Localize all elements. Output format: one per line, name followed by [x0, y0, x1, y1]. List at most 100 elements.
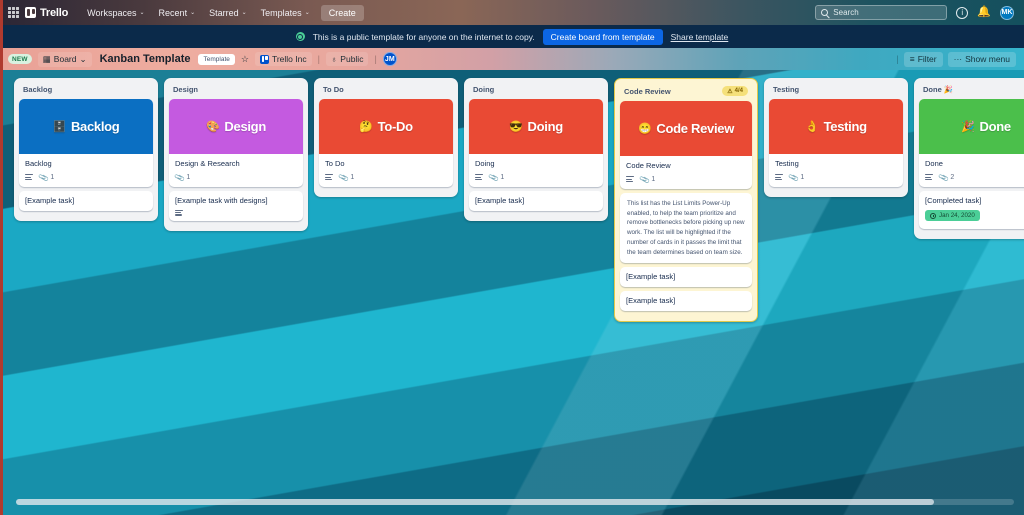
cover-label: Done: [979, 119, 1012, 134]
card[interactable]: [Example task]: [620, 291, 752, 311]
search-input[interactable]: Search: [815, 5, 948, 20]
cover-emoji-icon: 👌: [805, 121, 819, 133]
info-icon[interactable]: i: [956, 6, 969, 19]
show-menu-label: Show menu: [965, 54, 1010, 64]
list-title[interactable]: To Do: [323, 85, 344, 94]
search-placeholder: Search: [833, 8, 859, 17]
card-badges: 📎 1: [173, 171, 297, 184]
list-column[interactable]: Code Review ⚠ 4/4 😁 Code Review Code Review 📎 1…: [614, 78, 758, 322]
card[interactable]: [Example task]: [620, 267, 752, 287]
list-column[interactable]: To Do 🤔 To-Do To Do 📎 1: [314, 78, 458, 197]
list-title[interactable]: Done 🎉: [923, 85, 953, 94]
card-cover: 👌 Testing: [769, 99, 903, 154]
nav-workspaces[interactable]: Workspaces ⌄: [80, 5, 151, 21]
board-canvas[interactable]: Backlog 🗄️ Backlog Backlog 📎 1 [Example task] D…: [0, 70, 1024, 515]
trello-top-nav: Trello Workspaces ⌄ Recent ⌄ Starred ⌄ T…: [0, 0, 1024, 25]
visibility-button[interactable]: ♁ Public: [325, 52, 369, 66]
star-icon[interactable]: ☆: [241, 54, 249, 65]
board-view-switcher[interactable]: ▦ Board ⌄: [37, 51, 92, 67]
card[interactable]: 🎨 Design Design & Research 📎 1: [169, 99, 303, 187]
nav-recent[interactable]: Recent ⌄: [152, 5, 203, 21]
list-column[interactable]: Doing 😎 Doing Doing 📎 1 [Example task]: [464, 78, 608, 221]
card-title: [Completed task]: [925, 195, 982, 205]
card[interactable]: 😁 Code Review Code Review 📎 1: [620, 101, 752, 189]
page-title[interactable]: Kanban Template: [100, 53, 191, 65]
trello-logo[interactable]: Trello: [25, 7, 68, 19]
card-cover: 🎉 Done: [919, 99, 1024, 154]
scrollbar-thumb[interactable]: [16, 499, 935, 505]
list-title[interactable]: Code Review: [624, 87, 671, 96]
card[interactable]: 🎉 Done Done 📎 2: [919, 99, 1024, 187]
cover-label: Code Review: [656, 121, 735, 136]
brand-label: Trello: [40, 6, 69, 19]
card[interactable]: 😎 Doing Doing 📎 1: [469, 99, 603, 187]
paperclip-icon: 📎: [638, 173, 651, 186]
list-column[interactable]: Testing 👌 Testing Testing 📎 1: [764, 78, 908, 197]
cover-label: Backlog: [70, 119, 120, 134]
chevron-down-icon: ⌄: [139, 10, 145, 16]
nav-templates[interactable]: Templates ⌄: [254, 5, 317, 21]
attachment-count: 2: [950, 173, 955, 181]
list-column[interactable]: Backlog 🗄️ Backlog Backlog 📎 1 [Example task]: [14, 78, 158, 221]
show-menu-button[interactable]: ··· Show menu: [947, 51, 1016, 67]
cover-emoji-icon: 🗄️: [52, 121, 67, 133]
paperclip-icon: 📎: [487, 171, 500, 184]
chevron-down-icon: ⌄: [304, 10, 310, 16]
card[interactable]: [Example task]: [469, 190, 603, 211]
list-title[interactable]: Doing: [473, 85, 494, 94]
due-date-badge[interactable]: Jan 24, 2020: [925, 210, 980, 221]
list-container: Backlog 🗄️ Backlog Backlog 📎 1 [Example task] D…: [0, 70, 1024, 322]
card-body: [Example task]: [19, 191, 153, 211]
card-badges: 📎 1: [775, 171, 897, 184]
list-title[interactable]: Testing: [773, 85, 799, 94]
wip-limit-value: 4/4: [734, 88, 743, 94]
horizontal-scrollbar[interactable]: [16, 499, 1014, 505]
card[interactable]: [Completed task] Jan 24, 2020: [919, 190, 1024, 229]
card-badges: 📎 1: [626, 173, 746, 186]
description-icon: [175, 209, 183, 216]
list-title[interactable]: Design: [173, 85, 198, 94]
attachment-badge: 📎 1: [487, 171, 505, 184]
share-template-link[interactable]: Share template: [671, 32, 729, 42]
list-header: To Do: [319, 83, 453, 99]
avatar[interactable]: MK: [1000, 5, 1014, 20]
list-description-card[interactable]: This list has the List Limits Power-Up e…: [620, 192, 752, 264]
top-nav-right-group: Search i 🔔 MK: [815, 5, 1018, 20]
filter-button[interactable]: ≡ Filter: [903, 51, 943, 67]
workspace-link[interactable]: Trello Inc: [254, 52, 312, 66]
card-cover: 😁 Code Review: [620, 101, 752, 156]
filter-label: Filter: [917, 54, 937, 64]
search-icon: [821, 9, 829, 16]
card[interactable]: 🗄️ Backlog Backlog 📎 1: [19, 99, 153, 187]
screen: Trello Workspaces ⌄ Recent ⌄ Starred ⌄ T…: [0, 0, 1024, 515]
card[interactable]: 👌 Testing Testing 📎 1: [769, 99, 903, 187]
card[interactable]: [Example task with designs]: [169, 190, 303, 221]
list-column[interactable]: Design 🎨 Design Design & Research 📎 1 [Example…: [164, 78, 308, 231]
attachment-badge: 📎 1: [638, 173, 656, 186]
board-view-icon: ▦: [42, 53, 51, 64]
cover-emoji-icon: 😎: [509, 121, 523, 133]
card[interactable]: [Example task]: [19, 190, 153, 211]
create-board-from-template-button[interactable]: Create board from template: [542, 28, 663, 45]
create-button[interactable]: Create: [320, 4, 364, 21]
warning-icon: ⚠: [727, 88, 733, 95]
card[interactable]: 🤔 To-Do To Do 📎 1: [319, 99, 453, 187]
board-member-avatar[interactable]: JM: [382, 52, 397, 66]
list-header: Code Review ⚠ 4/4: [620, 84, 752, 101]
card-badges: 📎 1: [475, 171, 597, 184]
attachment-badge: 📎 1: [787, 171, 805, 184]
paperclip-icon: 📎: [787, 171, 800, 184]
list-header: Testing: [769, 83, 903, 99]
paperclip-icon: 📎: [337, 171, 350, 184]
apps-grid-icon[interactable]: [8, 7, 19, 18]
card-badges: 📎 1: [25, 171, 147, 183]
divider: |: [374, 54, 377, 64]
notifications-bell-icon[interactable]: 🔔: [977, 7, 991, 18]
divider: |: [317, 54, 320, 64]
card-body: [Example task]: [620, 291, 752, 311]
nav-starred[interactable]: Starred ⌄: [202, 5, 254, 21]
wip-limit-badge: ⚠ 4/4: [722, 86, 748, 96]
paperclip-icon: 📎: [173, 171, 186, 184]
list-column[interactable]: Done 🎉 🎉 Done Done 📎 2 [Completed task] Jan 24,…: [914, 78, 1024, 239]
list-title[interactable]: Backlog: [23, 85, 52, 94]
